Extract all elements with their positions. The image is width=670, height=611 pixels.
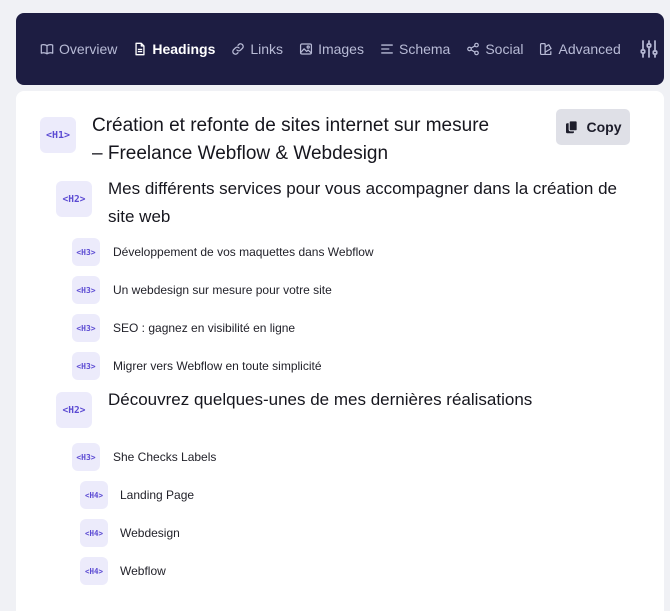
tab-label: Images	[318, 41, 364, 57]
heading-text: Découvrez quelques-unes de mes dernières…	[108, 390, 533, 409]
heading-level-badge: <H3>	[72, 352, 100, 380]
tab-social[interactable]: Social	[466, 41, 523, 57]
heading-text: Création et refonte de sites internet su…	[92, 115, 490, 164]
heading-text: Webdesign	[120, 526, 180, 540]
tab-links[interactable]: Links	[231, 41, 283, 57]
heading-item: <H3> SEO : gagnez en visibilité en ligne	[72, 314, 295, 342]
link-icon	[232, 43, 245, 55]
heading-item: <H4> Landing Page	[80, 481, 194, 509]
copy-label: Copy	[586, 119, 622, 135]
tab-overview[interactable]: Overview	[40, 41, 117, 57]
heading-level-badge: <H4>	[80, 481, 108, 509]
headings-panel: Copy <H1> Création et refonte de sites i…	[16, 91, 664, 611]
share-icon	[467, 42, 480, 56]
heading-item: <H4> Webdesign	[80, 519, 180, 547]
heading-text: Un webdesign sur mesure pour votre site	[113, 283, 332, 297]
heading-text: SEO : gagnez en visibilité en ligne	[113, 321, 296, 335]
tab-headings[interactable]: Headings	[133, 41, 215, 57]
heading-item: <H1> Création et refonte de sites intern…	[40, 115, 502, 168]
tab-label: Headings	[152, 41, 216, 57]
heading-level-badge: <H2>	[56, 392, 92, 428]
heading-level-badge: <H2>	[56, 181, 92, 217]
heading-text: Mes différents services pour vous accomp…	[108, 179, 618, 226]
heading-text: Landing Page	[120, 488, 195, 502]
tab-schema[interactable]: Schema	[380, 41, 450, 57]
heading-item: <H3> Un webdesign sur mesure pour votre …	[72, 276, 332, 304]
tab-label: Schema	[398, 41, 451, 57]
book-open-icon	[40, 44, 54, 55]
heading-text: She Checks Labels	[113, 450, 217, 464]
tab-label: Overview	[59, 41, 118, 57]
heading-level-badge: <H3>	[72, 314, 100, 342]
document-icon	[135, 42, 145, 56]
advanced-icon	[540, 42, 553, 56]
heading-level-badge: <H1>	[40, 117, 76, 153]
heading-level-badge: <H4>	[80, 519, 108, 547]
heading-item: <H3> Migrer vers Webflow en toute simpli…	[72, 352, 322, 380]
settings-button[interactable]	[639, 39, 659, 59]
heading-level-badge: <H3>	[72, 238, 100, 266]
tab-images[interactable]: Images	[299, 41, 364, 57]
clipboard-icon	[565, 120, 578, 134]
tab-label: Links	[250, 41, 284, 57]
align-left-icon	[381, 44, 393, 54]
heading-item: <H3> She Checks Labels	[72, 443, 216, 471]
tab-label: Social	[485, 41, 524, 57]
heading-item: <H2> Mes différents services pour vous a…	[56, 179, 648, 231]
tab-advanced[interactable]: Advanced	[539, 41, 621, 57]
heading-text: Webflow	[120, 564, 166, 578]
heading-level-badge: <H3>	[72, 276, 100, 304]
heading-item: <H2> Découvrez quelques-unes de mes dern…	[56, 390, 648, 428]
heading-level-badge: <H4>	[80, 557, 108, 585]
copy-button[interactable]: Copy	[556, 109, 630, 145]
sliders-icon	[640, 40, 658, 58]
heading-level-badge: <H3>	[72, 443, 100, 471]
heading-item: <H4> Webflow	[80, 557, 166, 585]
heading-text: Développement de vos maquettes dans Webf…	[113, 245, 374, 259]
heading-item: <H3> Développement de vos maquettes dans…	[72, 238, 374, 266]
tab-label: Advanced	[558, 41, 621, 57]
top-nav: Overview Headings Links Images Schema So…	[16, 13, 664, 85]
image-icon	[300, 43, 313, 55]
heading-text: Migrer vers Webflow en toute simplicité	[113, 359, 322, 373]
